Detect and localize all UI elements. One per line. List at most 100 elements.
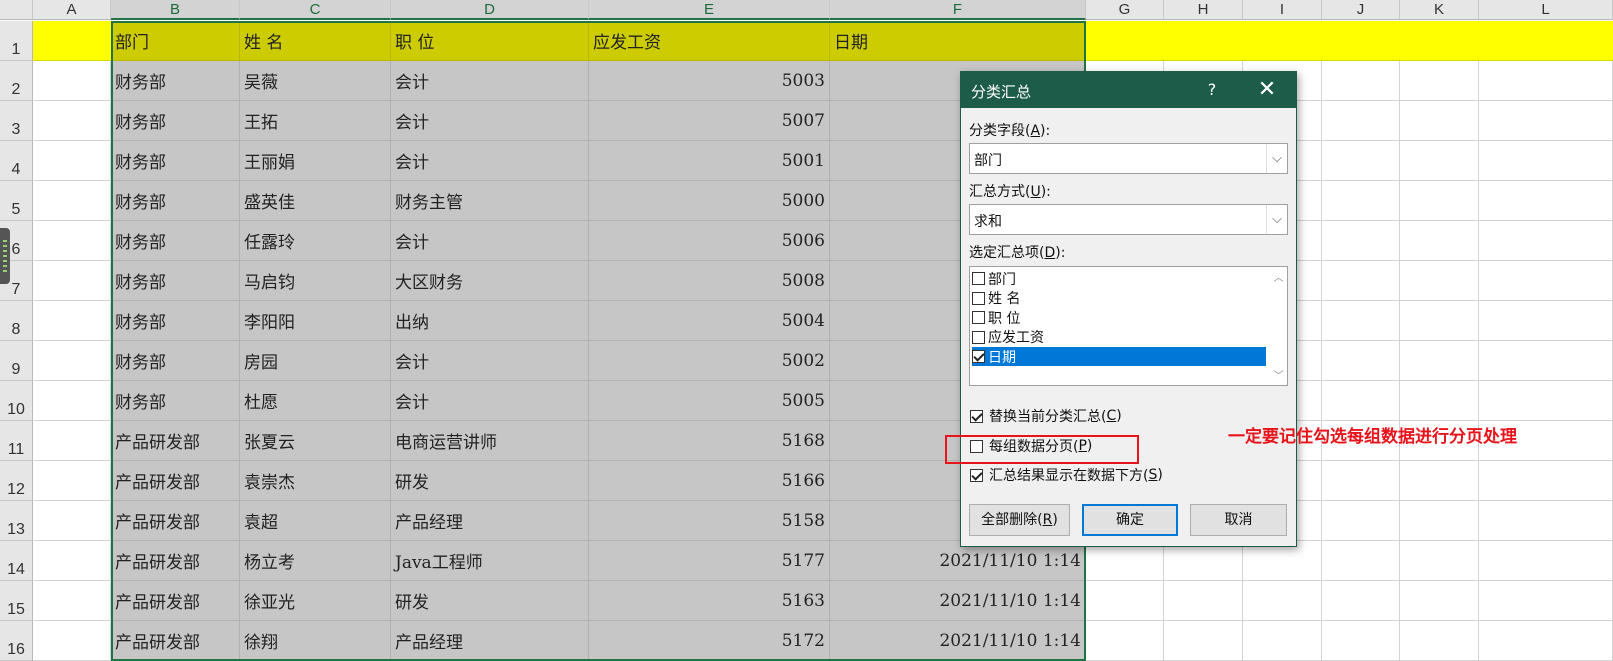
cell-a1[interactable] <box>33 21 111 61</box>
dialog-titlebar[interactable]: 分类汇总 ? ✕ <box>961 72 1296 108</box>
cell[interactable] <box>1322 461 1400 501</box>
help-icon[interactable]: ? <box>1201 78 1223 102</box>
cell[interactable] <box>1322 261 1400 301</box>
row-header[interactable]: 13 <box>0 501 33 541</box>
column-header[interactable]: L <box>1479 0 1613 20</box>
cell[interactable] <box>1479 621 1613 661</box>
checkbox[interactable] <box>972 330 985 344</box>
table-cell[interactable]: 李阳阳 <box>240 301 391 341</box>
table-cell[interactable]: 产品经理 <box>391 501 589 541</box>
table-cell[interactable]: 财务部 <box>111 301 240 341</box>
table-cell[interactable]: 研发 <box>391 581 589 621</box>
checkbox[interactable] <box>972 350 985 364</box>
header-cell[interactable]: 应发工资 <box>589 21 830 61</box>
table-cell[interactable]: 财务部 <box>111 341 240 381</box>
cell[interactable] <box>1479 261 1613 301</box>
cell[interactable] <box>1479 381 1613 421</box>
table-cell[interactable]: 财务部 <box>111 141 240 181</box>
table-cell[interactable]: 盛英佳 <box>240 181 391 221</box>
cell[interactable] <box>1164 541 1243 581</box>
column-header[interactable]: C <box>240 0 391 20</box>
checkbox[interactable] <box>972 272 985 285</box>
row-header[interactable]: 11 <box>0 421 33 461</box>
option-checkbox-row[interactable]: 替换当前分类汇总(C) <box>970 406 1122 426</box>
option-checkbox-row[interactable]: 每组数据分页(P) <box>970 436 1092 456</box>
chevron-down-icon[interactable]: ⌵ <box>1266 144 1287 173</box>
cell[interactable] <box>33 541 111 581</box>
table-cell[interactable]: 会计 <box>391 341 589 381</box>
function-select[interactable]: 求和 ⌵ <box>969 204 1288 235</box>
remove-all-button[interactable]: 全部删除(R) <box>969 504 1070 536</box>
column-header[interactable]: K <box>1400 0 1479 20</box>
cell[interactable] <box>1322 141 1400 181</box>
table-cell[interactable]: 会计 <box>391 381 589 421</box>
cell[interactable] <box>33 341 111 381</box>
cell[interactable] <box>1322 301 1400 341</box>
spreadsheet[interactable]: ABCDEFGHIJKL 1 2 3 4 5 6 7 8 9 10 11 12 13 14 15 16 部门姓… <box>0 0 1613 661</box>
table-cell[interactable]: 5001 <box>589 141 830 181</box>
scroll-up-icon[interactable]: ︿ <box>1270 269 1287 285</box>
table-cell[interactable]: 产品研发部 <box>111 461 240 501</box>
row-header[interactable]: 2 <box>0 61 33 101</box>
field-list-item[interactable]: 应发工资 <box>972 328 1266 347</box>
cell[interactable] <box>33 381 111 421</box>
column-header[interactable]: I <box>1243 0 1322 20</box>
cell[interactable] <box>1479 101 1613 141</box>
cell[interactable] <box>1322 221 1400 261</box>
row-header[interactable]: 15 <box>0 581 33 621</box>
cell[interactable] <box>1243 581 1322 621</box>
cell[interactable] <box>1479 221 1613 261</box>
table-cell[interactable]: 财务主管 <box>391 181 589 221</box>
cell[interactable] <box>1400 581 1479 621</box>
checkbox[interactable] <box>970 468 983 482</box>
checkbox[interactable] <box>972 291 985 305</box>
table-cell[interactable]: 5177 <box>589 541 830 581</box>
table-cell[interactable]: 财务部 <box>111 221 240 261</box>
table-cell[interactable]: 房园 <box>240 341 391 381</box>
scroll-down-icon[interactable]: ﹀ <box>1270 367 1287 383</box>
table-cell[interactable]: 任露玲 <box>240 221 391 261</box>
table-cell[interactable]: 财务部 <box>111 101 240 141</box>
table-cell[interactable]: 大区财务 <box>391 261 589 301</box>
table-cell[interactable]: 5166 <box>589 461 830 501</box>
column-header[interactable]: D <box>391 0 589 20</box>
cell[interactable] <box>1322 381 1400 421</box>
cell[interactable] <box>1243 541 1322 581</box>
option-checkbox-row[interactable]: 汇总结果显示在数据下方(S) <box>970 465 1163 485</box>
table-cell[interactable]: 2021/11/10 1:14 <box>830 621 1086 661</box>
column-header[interactable]: A <box>33 0 111 20</box>
table-cell[interactable]: 财务部 <box>111 381 240 421</box>
cell[interactable] <box>1086 581 1164 621</box>
table-cell[interactable]: 电商运营讲师 <box>391 421 589 461</box>
cell[interactable] <box>1400 541 1479 581</box>
table-cell[interactable]: 产品研发部 <box>111 581 240 621</box>
table-cell[interactable]: 5000 <box>589 181 830 221</box>
cell[interactable] <box>1322 181 1400 221</box>
cell[interactable] <box>33 101 111 141</box>
cell[interactable] <box>1164 621 1243 661</box>
cell[interactable] <box>1400 101 1479 141</box>
cell[interactable] <box>1400 61 1479 101</box>
cell[interactable] <box>33 61 111 101</box>
cell[interactable] <box>1479 501 1613 541</box>
cell[interactable] <box>33 141 111 181</box>
table-cell[interactable]: 出纳 <box>391 301 589 341</box>
cell[interactable] <box>1322 621 1400 661</box>
side-panel-handle-icon[interactable] <box>0 228 10 284</box>
cell[interactable] <box>1479 61 1613 101</box>
cell[interactable] <box>33 261 111 301</box>
cell[interactable] <box>33 301 111 341</box>
row-header[interactable]: 10 <box>0 381 33 421</box>
cell[interactable] <box>1400 141 1479 181</box>
cell[interactable] <box>33 581 111 621</box>
table-cell[interactable]: 5006 <box>589 221 830 261</box>
cell[interactable] <box>33 621 111 661</box>
row-header[interactable]: 14 <box>0 541 33 581</box>
row-header[interactable]: 16 <box>0 621 33 661</box>
header-cell[interactable]: 姓 名 <box>240 21 391 61</box>
cell[interactable] <box>1479 341 1613 381</box>
header-cell[interactable]: 职 位 <box>391 21 589 61</box>
select-all-corner[interactable] <box>0 0 33 20</box>
cell[interactable] <box>1322 501 1400 541</box>
cancel-button[interactable]: 取消 <box>1190 504 1287 536</box>
